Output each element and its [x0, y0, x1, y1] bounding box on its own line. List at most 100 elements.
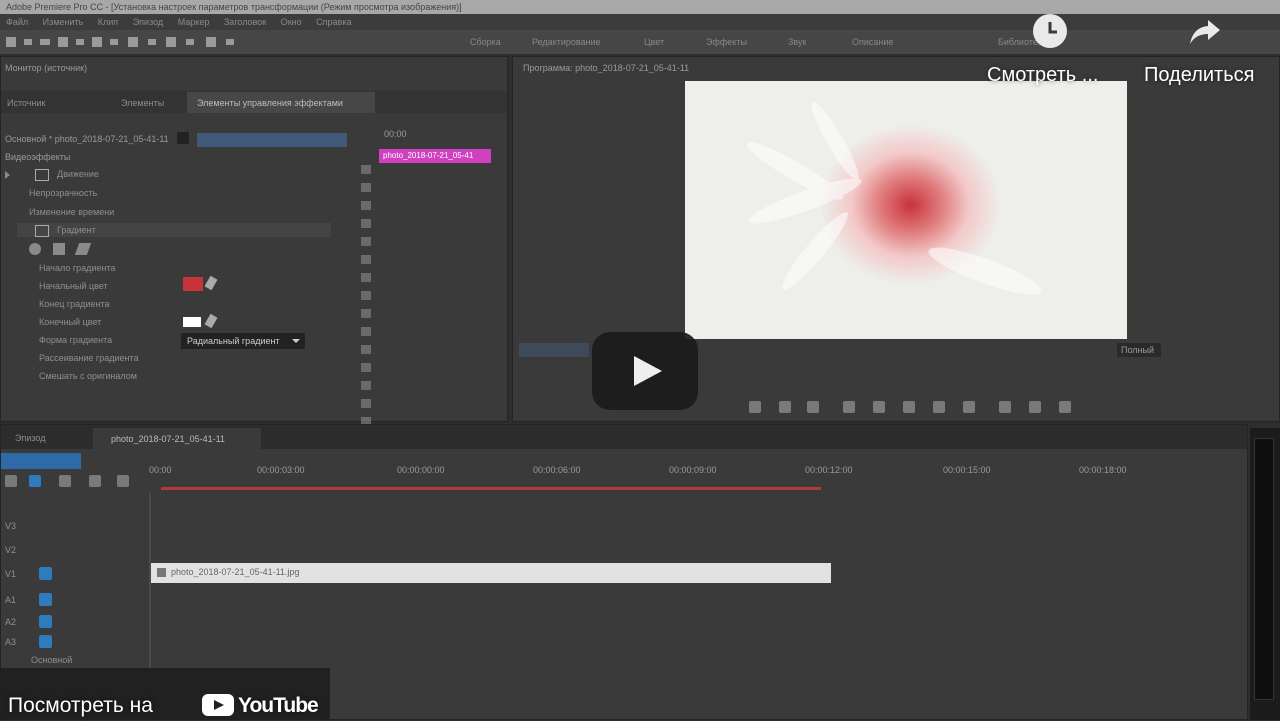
- menu-bar: Файл Изменить Клип Эпизод Маркер Заголов…: [0, 14, 1280, 30]
- video-frame[interactable]: [685, 81, 1127, 339]
- workspace-editing[interactable]: Редактирование: [532, 37, 601, 47]
- ruler-tick: 00:00:00:00: [397, 465, 445, 475]
- start-color-swatch[interactable]: [183, 277, 203, 291]
- expand-arrow-icon[interactable]: [5, 171, 10, 179]
- clock-icon[interactable]: [1033, 14, 1067, 48]
- wrench-icon[interactable]: [117, 475, 129, 487]
- workspace-description[interactable]: Описание: [852, 37, 893, 47]
- toolbar: [0, 30, 1280, 54]
- workspace-color[interactable]: Цвет: [644, 37, 664, 47]
- chevron-down-icon[interactable]: [177, 132, 189, 144]
- menu-title[interactable]: Заголовок: [224, 17, 266, 27]
- transport-controls: [749, 401, 1071, 413]
- time-ruler[interactable]: 00:00 00:00:03:00 00:00:00:00 00:00:06:0…: [149, 463, 1231, 477]
- image-clip-icon: [157, 568, 166, 577]
- effect-motion[interactable]: Движение: [57, 169, 99, 179]
- share-icon[interactable]: [1188, 14, 1222, 48]
- tab-sequence[interactable]: photo_2018-07-21_05-41-11: [93, 428, 261, 449]
- track-a1[interactable]: A1: [5, 595, 16, 605]
- snap-icon[interactable]: [5, 475, 17, 487]
- source-monitor-header[interactable]: Монитор (источник): [5, 63, 87, 73]
- ellipse-mask-icon[interactable]: [29, 243, 41, 255]
- menu-edit[interactable]: Изменить: [43, 17, 84, 27]
- menu-sequence[interactable]: Эпизод: [133, 17, 163, 27]
- track-v1[interactable]: V1: [5, 569, 16, 579]
- track-v2[interactable]: V2: [5, 545, 16, 555]
- marker-icon[interactable]: [749, 401, 761, 413]
- track-v3[interactable]: V3: [5, 521, 16, 531]
- param-start-color: Начальный цвет: [39, 281, 108, 291]
- tab-effect-controls[interactable]: Элементы управления эффектами: [187, 92, 375, 113]
- clip-selector-highlight: [197, 133, 347, 147]
- go-to-in-icon[interactable]: [843, 401, 855, 413]
- step-back-icon[interactable]: [873, 401, 885, 413]
- track-target-v1[interactable]: [39, 567, 52, 580]
- ruler-tick: 00:00:03:00: [257, 465, 305, 475]
- track-target-a2[interactable]: [39, 615, 52, 628]
- eyedropper-icon[interactable]: [204, 313, 218, 329]
- mini-timeline-clip[interactable]: photo_2018-07-21_05-41: [379, 149, 491, 163]
- param-gradient-scatter: Рассеивание градиента: [39, 353, 139, 363]
- track-a2[interactable]: A2: [5, 617, 16, 627]
- add-marker-icon[interactable]: [59, 475, 71, 487]
- effect-time-remap[interactable]: Изменение времени: [29, 207, 114, 217]
- program-monitor-title[interactable]: Программа: photo_2018-07-21_05-41-11: [523, 63, 689, 73]
- extract-icon[interactable]: [1029, 401, 1041, 413]
- share-label[interactable]: Поделиться: [1144, 64, 1254, 87]
- mark-out-icon[interactable]: [807, 401, 819, 413]
- play-stop-icon[interactable]: [903, 401, 915, 413]
- youtube-wordmark: YouTube: [238, 694, 319, 717]
- workspace-audio[interactable]: Звук: [788, 37, 806, 47]
- gradient-shape-dropdown[interactable]: Радиальный градиент: [181, 333, 305, 349]
- menu-marker[interactable]: Маркер: [178, 17, 210, 27]
- tools-icons[interactable]: [0, 30, 260, 54]
- play-button[interactable]: [592, 332, 698, 410]
- mark-in-icon[interactable]: [779, 401, 791, 413]
- workspace-assembly[interactable]: Сборка: [470, 37, 501, 47]
- flower-image: [747, 101, 1042, 295]
- fit-dropdown[interactable]: Полный: [1117, 343, 1161, 357]
- rect-mask-icon[interactable]: [53, 243, 65, 255]
- clip-path[interactable]: Основной * photo_2018-07-21_05-41-11: [5, 134, 169, 144]
- eyedropper-icon[interactable]: [204, 275, 218, 291]
- menu-file[interactable]: Файл: [6, 17, 28, 27]
- timeline-timecode[interactable]: [1, 453, 81, 469]
- tab-elements[interactable]: Элементы: [121, 98, 164, 108]
- tab-source[interactable]: Источник: [7, 98, 45, 108]
- export-frame-icon[interactable]: [1059, 401, 1071, 413]
- step-forward-icon[interactable]: [933, 401, 945, 413]
- tab-sequence-list[interactable]: Эпизод: [15, 433, 45, 443]
- pen-mask-icon[interactable]: [74, 243, 92, 255]
- track-target-a3[interactable]: [39, 635, 52, 648]
- linked-selection-icon[interactable]: [29, 475, 41, 487]
- go-to-out-icon[interactable]: [963, 401, 975, 413]
- watch-later-label[interactable]: Смотреть ...: [987, 64, 1098, 87]
- param-gradient-start: Начало градиента: [39, 263, 116, 273]
- lift-icon[interactable]: [999, 401, 1011, 413]
- ruler-tick: 00:00:06:00: [533, 465, 581, 475]
- audio-meters: [1250, 428, 1280, 720]
- effect-controls-panel: Монитор (источник) Источник Элементы Эле…: [0, 56, 508, 435]
- reset-icons-column[interactable]: [361, 165, 371, 435]
- menu-clip[interactable]: Клип: [98, 17, 118, 27]
- ruler-tick: 00:00: [149, 465, 172, 475]
- effect-gradient[interactable]: Градиент: [57, 225, 96, 235]
- timeline-clip[interactable]: photo_2018-07-21_05-41-11.jpg: [151, 563, 831, 583]
- window-title: Adobe Premiere Pro CC - [Установка настр…: [0, 0, 1280, 14]
- effect-opacity[interactable]: Непрозрачность: [29, 188, 97, 198]
- clip-name: photo_2018-07-21_05-41-11.jpg: [171, 567, 300, 577]
- playhead-timecode[interactable]: [519, 343, 589, 357]
- track-a3[interactable]: A3: [5, 637, 16, 647]
- end-color-swatch[interactable]: [183, 317, 201, 327]
- watch-on-youtube-bar[interactable]: Посмотреть на YouTube: [0, 668, 330, 720]
- track-target-a1[interactable]: [39, 593, 52, 606]
- param-end-color: Конечный цвет: [39, 317, 102, 327]
- fx-badge-icon: [35, 225, 49, 237]
- menu-help[interactable]: Справка: [316, 17, 351, 27]
- master-track[interactable]: Основной: [31, 655, 72, 665]
- workspace-effects[interactable]: Эффекты: [706, 37, 747, 47]
- settings-icon[interactable]: [89, 475, 101, 487]
- youtube-logo-icon: [202, 694, 234, 716]
- video-effects-heading: Видеоэффекты: [5, 152, 71, 162]
- menu-window[interactable]: Окно: [281, 17, 302, 27]
